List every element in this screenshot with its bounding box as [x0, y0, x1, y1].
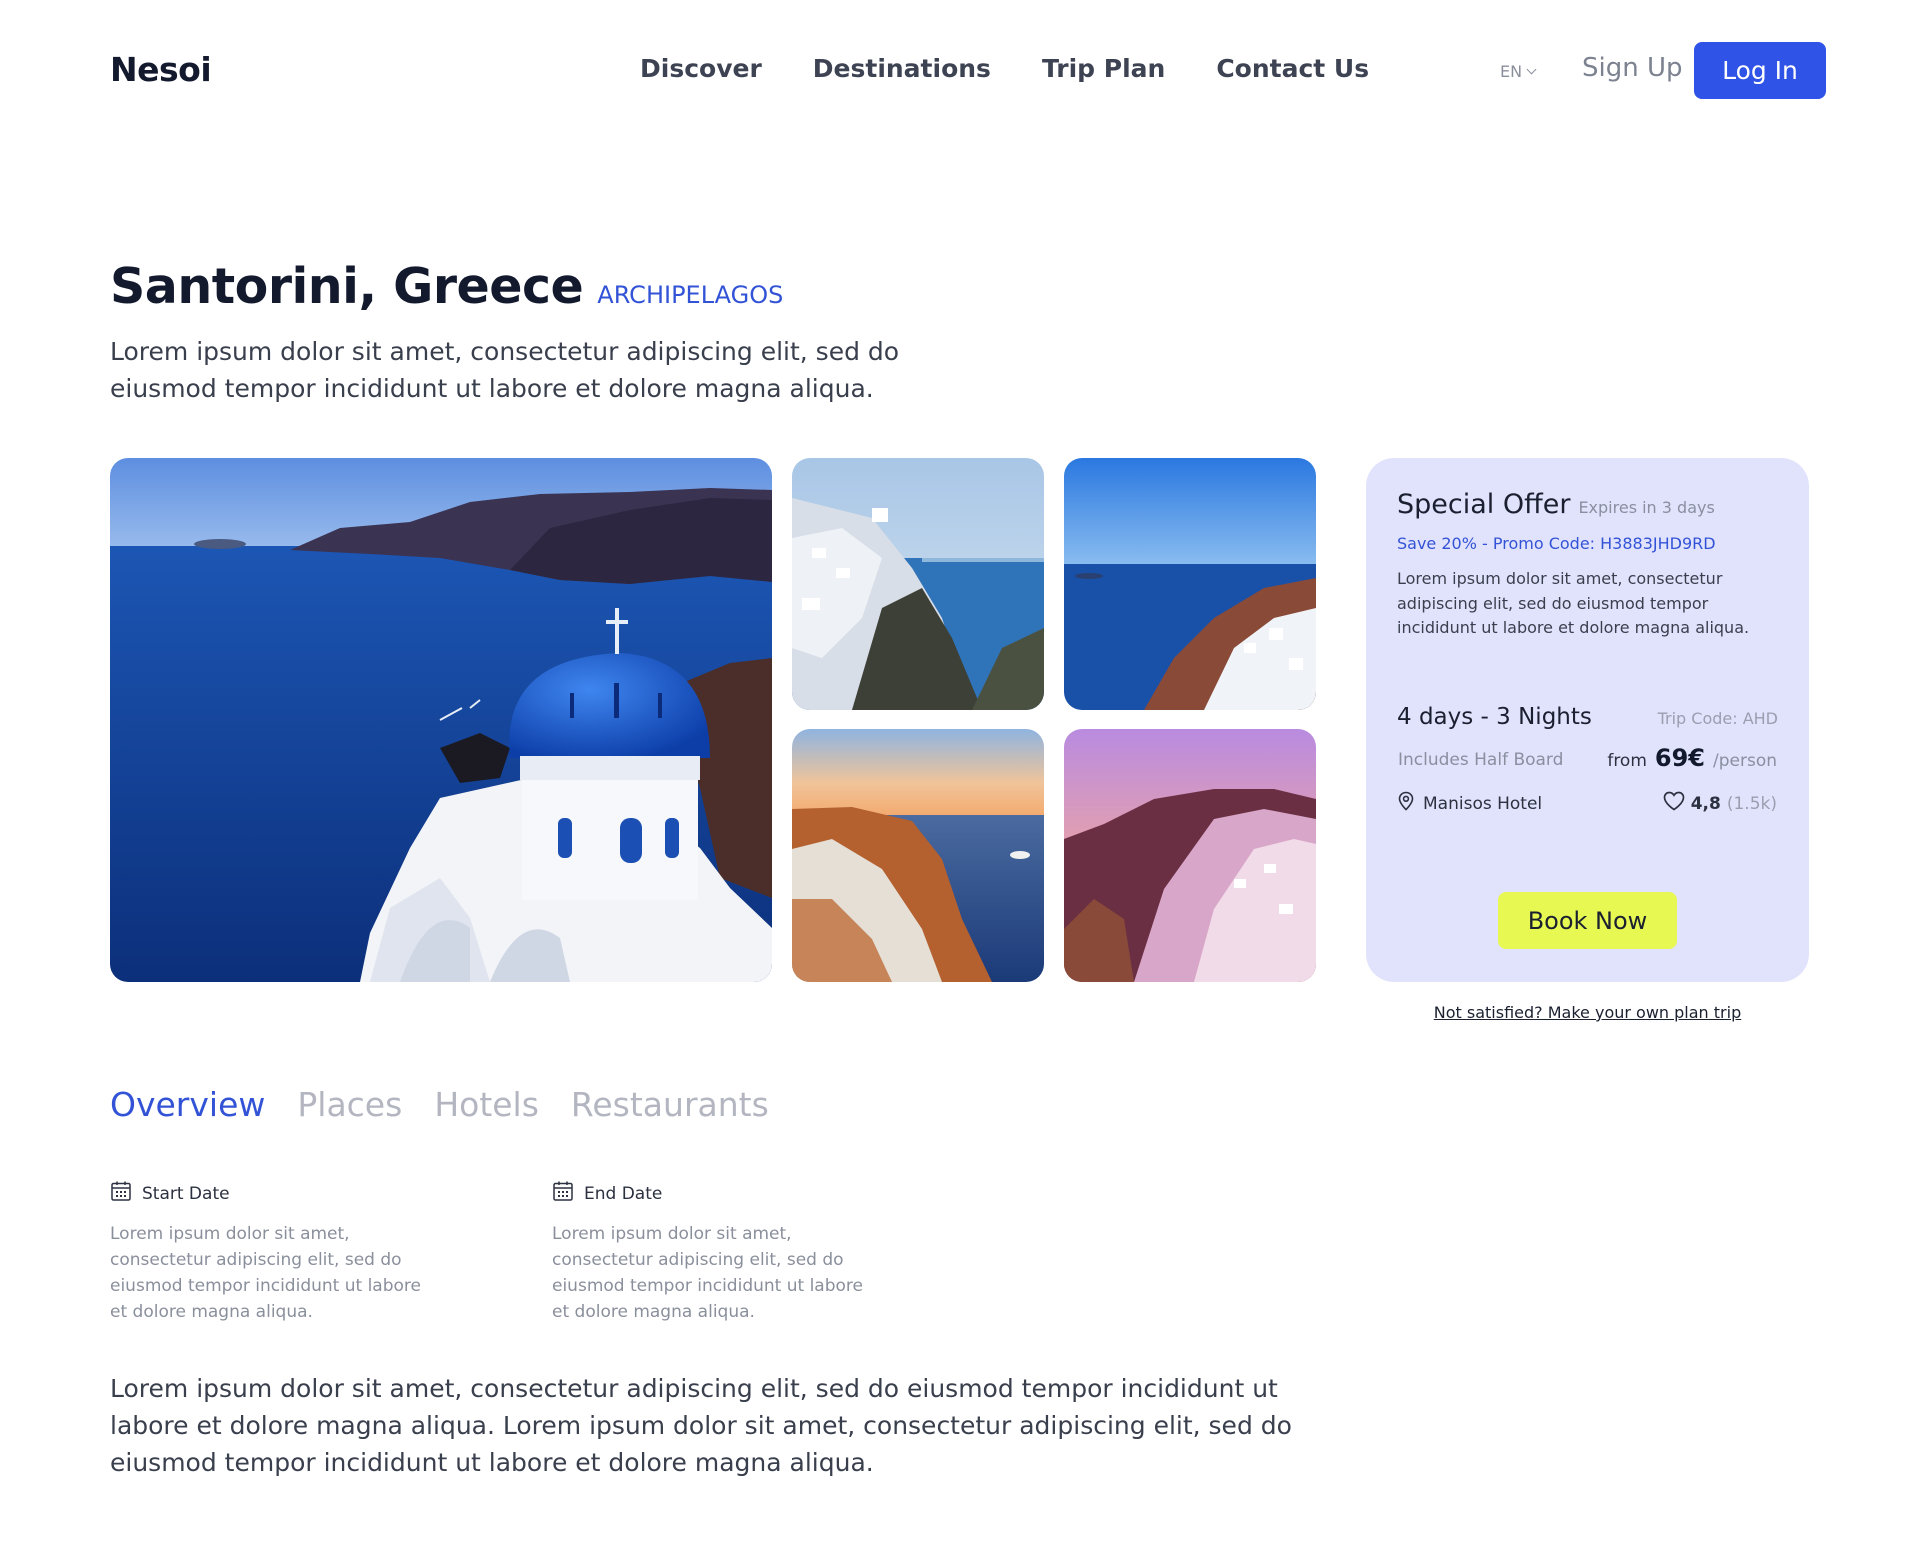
nav-discover[interactable]: Discover: [640, 54, 762, 83]
photo-sea-cliffs[interactable]: [1064, 458, 1316, 710]
trip-code: Trip Code: AHD: [1657, 709, 1778, 728]
start-date-block: Start Date Lorem ipsum dolor sit amet, c…: [110, 1180, 450, 1325]
heart-icon: [1663, 791, 1685, 816]
photo-cliff-village[interactable]: [792, 458, 1044, 710]
custom-plan-link[interactable]: Not satisfied? Make your own plan trip: [1366, 1003, 1809, 1022]
tab-overview[interactable]: Overview: [110, 1085, 265, 1124]
location-pin-icon: [1397, 791, 1415, 816]
tab-hotels[interactable]: Hotels: [434, 1085, 539, 1124]
price-block: from 69€ /person: [1607, 744, 1777, 772]
rating[interactable]: 4,8 (1.5k): [1663, 791, 1777, 816]
offer-expiry: Expires in 3 days: [1578, 498, 1715, 517]
promo-code: Save 20% - Promo Code: H3883JHD9RD: [1397, 534, 1716, 553]
site-header: Nesoi Discover Destinations Trip Plan Co…: [0, 0, 1920, 140]
tab-restaurants[interactable]: Restaurants: [571, 1085, 769, 1124]
offer-title: Special Offer: [1397, 489, 1571, 520]
signup-link[interactable]: Sign Up: [1582, 53, 1683, 83]
price-amount: 69€: [1654, 744, 1705, 772]
price-from-label: from: [1607, 751, 1647, 771]
nav-trip-plan[interactable]: Trip Plan: [1042, 54, 1165, 83]
start-date-heading: Start Date: [110, 1180, 450, 1207]
price-unit: /person: [1713, 751, 1777, 771]
nav-contact-us[interactable]: Contact Us: [1216, 54, 1369, 83]
content-tabs: Overview Places Hotels Restaurants: [110, 1085, 769, 1124]
offer-header: Special Offer Expires in 3 days: [1397, 489, 1715, 520]
intro-text: Lorem ipsum dolor sit amet, consectetur …: [110, 337, 900, 403]
end-date-text: Lorem ipsum dolor sit amet, consectetur …: [552, 1224, 863, 1322]
rating-value: 4,8: [1690, 793, 1721, 814]
title-row: Santorini, Greece ARCHIPELAGOS: [110, 258, 783, 315]
end-date-block: End Date Lorem ipsum dolor sit amet, con…: [552, 1180, 892, 1325]
tab-places[interactable]: Places: [297, 1085, 402, 1124]
photo-sunset-coast[interactable]: [792, 729, 1044, 982]
end-date-heading: End Date: [552, 1180, 892, 1207]
photo-pink-sunset-village[interactable]: [1064, 729, 1316, 982]
page-title: Santorini, Greece: [110, 258, 584, 315]
main-nav: Discover Destinations Trip Plan Contact …: [640, 54, 1369, 83]
start-date-text: Lorem ipsum dolor sit amet, consectetur …: [110, 1224, 421, 1322]
chevron-down-icon: [1526, 64, 1537, 75]
start-date-label: Start Date: [142, 1183, 230, 1204]
overview-body-text: Lorem ipsum dolor sit amet, consectetur …: [110, 1374, 1292, 1477]
calendar-icon: [552, 1180, 574, 1207]
language-label: EN: [1500, 62, 1523, 81]
language-selector[interactable]: EN: [1500, 62, 1537, 81]
calendar-icon: [110, 1180, 132, 1207]
hotel-info[interactable]: Manisos Hotel: [1397, 791, 1542, 816]
photo-main-church-dome[interactable]: [110, 458, 772, 982]
nav-destinations[interactable]: Destinations: [813, 54, 991, 83]
category-tag[interactable]: ARCHIPELAGOS: [597, 281, 783, 309]
end-date-label: End Date: [584, 1183, 663, 1204]
offer-description: Lorem ipsum dolor sit amet, consectetur …: [1397, 569, 1750, 637]
login-button[interactable]: Log In: [1694, 42, 1826, 99]
trip-duration: 4 days - 3 Nights: [1397, 704, 1592, 730]
rating-count: (1.5k): [1726, 793, 1777, 814]
brand-logo[interactable]: Nesoi: [110, 50, 212, 89]
board-info: Includes Half Board: [1398, 750, 1564, 770]
hotel-name: Manisos Hotel: [1423, 793, 1543, 814]
special-offer-card: Special Offer Expires in 3 days Save 20%…: [1366, 458, 1809, 982]
book-now-button[interactable]: Book Now: [1498, 892, 1677, 949]
